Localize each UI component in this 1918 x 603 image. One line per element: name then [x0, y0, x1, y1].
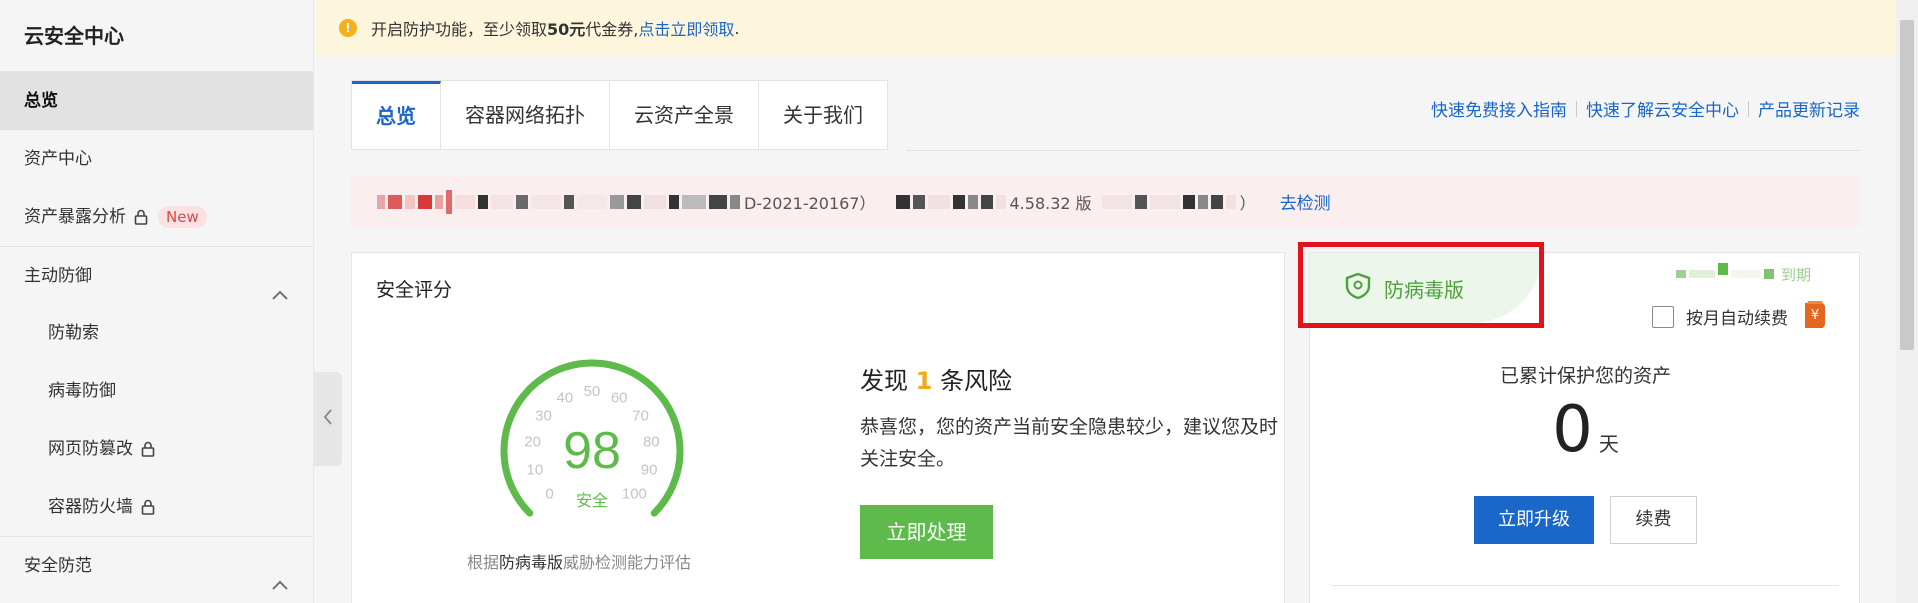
- gauge-tick-label: 20: [524, 434, 541, 451]
- sidebar-item-container-firewall[interactable]: 容器防火墙: [0, 478, 313, 536]
- expiry-text: 到期: [1780, 265, 1811, 284]
- coupon-icon[interactable]: ¥: [1802, 299, 1828, 334]
- risk-prefix: 发现: [860, 367, 908, 395]
- vulnerability-alert: D-2021-20167） 4.58.32 版 ） 去检测: [351, 176, 1860, 227]
- risk-count: 1: [915, 367, 933, 395]
- quick-access-guide-link[interactable]: 快速免费接入指南: [1431, 96, 1567, 121]
- tab-overview[interactable]: 总览: [352, 81, 441, 149]
- promo-notice: ! 开启防护功能，至少领取 50元 代金券, 点击立即领取.: [315, 0, 1896, 56]
- alert-fragment-version: 4.58.32 版: [1009, 193, 1092, 213]
- alert-fragment-cve: D-2021-20167）: [744, 193, 876, 213]
- svg-text:¥: ¥: [1811, 308, 1819, 323]
- sidebar-item-label: 病毒防御: [48, 381, 116, 401]
- gauge-tick-label: 100: [622, 485, 647, 502]
- auto-renew-label: 按月自动续费: [1686, 309, 1788, 329]
- auto-renew-checkbox[interactable]: [1652, 305, 1674, 328]
- sidebar-item-label: 安全防范: [24, 555, 92, 576]
- learn-security-center-link[interactable]: 快速了解云安全中心: [1586, 96, 1739, 121]
- score-label: 安全: [576, 491, 608, 510]
- sidebar-item-anti-ransomware[interactable]: 防勒索: [0, 304, 313, 362]
- notice-amount: 50元: [547, 20, 586, 39]
- tab-divider: [906, 150, 1860, 151]
- top-links: 快速免费接入指南 快速了解云安全中心 产品更新记录: [1431, 96, 1860, 121]
- claim-coupon-link[interactable]: 点击立即领取: [638, 16, 734, 40]
- gauge-caption: 根据防病毒版威胁检测能力评估: [467, 549, 691, 573]
- risk-title: 发现 1 条风险: [860, 361, 1012, 396]
- days-unit: 天: [1598, 432, 1619, 456]
- link-separator: [1576, 100, 1577, 117]
- score-gauge: 010 20 3040 50 6070 80 90 100 98 安全: [500, 359, 684, 517]
- gauge-tick-label: 60: [611, 390, 628, 407]
- lock-icon: [141, 499, 155, 515]
- sidebar-item-web-tamper-proof[interactable]: 网页防篡改: [0, 420, 313, 478]
- protected-title: 已累计保护您的资产: [1499, 365, 1671, 387]
- upgrade-button[interactable]: 立即升级: [1474, 496, 1594, 544]
- sidebar-collapse-handle[interactable]: [314, 372, 342, 466]
- gauge-tick-label: 90: [641, 462, 658, 479]
- handle-now-button[interactable]: 立即处理: [860, 505, 993, 559]
- renew-button[interactable]: 续费: [1610, 496, 1697, 544]
- app-title: 云安全中心: [0, 0, 313, 72]
- lock-icon: [134, 209, 148, 225]
- auto-renew-option: 按月自动续费 ¥: [1652, 299, 1828, 334]
- sidebar-item-label: 主动防御: [24, 265, 92, 286]
- tab-container-topology[interactable]: 容器网络拓扑: [441, 81, 610, 149]
- caption-after: 威胁检测能力评估: [563, 553, 692, 572]
- risk-description: 恭喜您，您的资产当前安全隐患较少，建议您及时关注安全。: [860, 416, 1279, 470]
- sidebar-item-overview[interactable]: 总览: [0, 72, 313, 130]
- sidebar-item-label: 资产中心: [24, 149, 92, 169]
- notice-end: .: [734, 18, 740, 38]
- gauge-tick-label: 80: [643, 434, 660, 451]
- tab-about-us[interactable]: 关于我们: [759, 81, 887, 149]
- sidebar-item-label: 容器防火墙: [48, 497, 133, 517]
- redacted-text: [377, 189, 740, 214]
- notice-text-after: 代金券,: [585, 20, 639, 39]
- risk-suffix: 条风险: [939, 367, 1012, 395]
- detect-link[interactable]: 去检测: [1280, 189, 1331, 214]
- sidebar-item-assets[interactable]: 资产中心: [0, 130, 313, 188]
- gauge-tick-label: 30: [535, 408, 552, 425]
- security-score-panel: 安全评分 0 10 20 30 40 50 60 70 80 90 100 98 安全 根据防病毒版…: [351, 252, 1285, 603]
- sidebar-item-label: 总览: [24, 91, 58, 111]
- redacted-text: [1101, 190, 1236, 214]
- link-separator: [1748, 100, 1749, 117]
- sidebar-group-active-defense[interactable]: 主动防御: [0, 246, 313, 304]
- scrollbar-thumb[interactable]: [1900, 20, 1914, 350]
- gauge-tick-label: 0: [545, 485, 553, 502]
- warning-icon: !: [339, 19, 357, 37]
- panel-divider: [1332, 585, 1839, 586]
- score-value: 98: [563, 422, 621, 480]
- tab-cloud-asset-panorama[interactable]: 云资产全景: [610, 81, 759, 149]
- sidebar-item-exposure-analysis[interactable]: 资产暴露分析 New: [0, 188, 313, 246]
- sidebar-item-virus-defense[interactable]: 病毒防御: [0, 362, 313, 420]
- panel-title: 安全评分: [376, 279, 453, 301]
- gauge-tick-label: 40: [556, 390, 573, 407]
- sidebar-item-label: 防勒索: [48, 323, 99, 343]
- notice-text: 开启防护功能，至少领取: [371, 20, 548, 39]
- main-tabs: 总览 容器网络拓扑 云资产全景 关于我们: [351, 80, 888, 150]
- gauge-tick-label: 70: [632, 408, 649, 425]
- chevron-left-icon: [323, 408, 333, 430]
- sidebar-item-label: 资产暴露分析: [24, 207, 126, 227]
- page-scrollbar[interactable]: [1896, 0, 1918, 603]
- gauge-tick-label: 50: [584, 383, 601, 400]
- sidebar: 云安全中心 总览 资产中心 资产暴露分析 New 主动防御 防勒索 病毒防御 网…: [0, 0, 314, 603]
- caption-edition: 防病毒版: [499, 553, 564, 572]
- lock-icon: [141, 441, 155, 457]
- gauge-tick-label: 10: [527, 462, 544, 479]
- sidebar-item-label: 网页防篡改: [48, 439, 133, 459]
- alert-fragment-end: ）: [1239, 193, 1256, 213]
- redacted-text: [895, 190, 1006, 214]
- highlight-box: [1298, 242, 1544, 328]
- chevron-up-icon: [271, 557, 289, 603]
- expiry-info: 到期: [1675, 263, 1811, 285]
- protected-days: 0天: [1310, 393, 1861, 467]
- caption-before: 根据: [467, 553, 500, 572]
- new-badge: New: [158, 206, 207, 228]
- product-changelog-link[interactable]: 产品更新记录: [1758, 96, 1860, 121]
- sidebar-group-security-prevention[interactable]: 安全防范: [0, 536, 313, 594]
- days-count: 0: [1552, 393, 1593, 467]
